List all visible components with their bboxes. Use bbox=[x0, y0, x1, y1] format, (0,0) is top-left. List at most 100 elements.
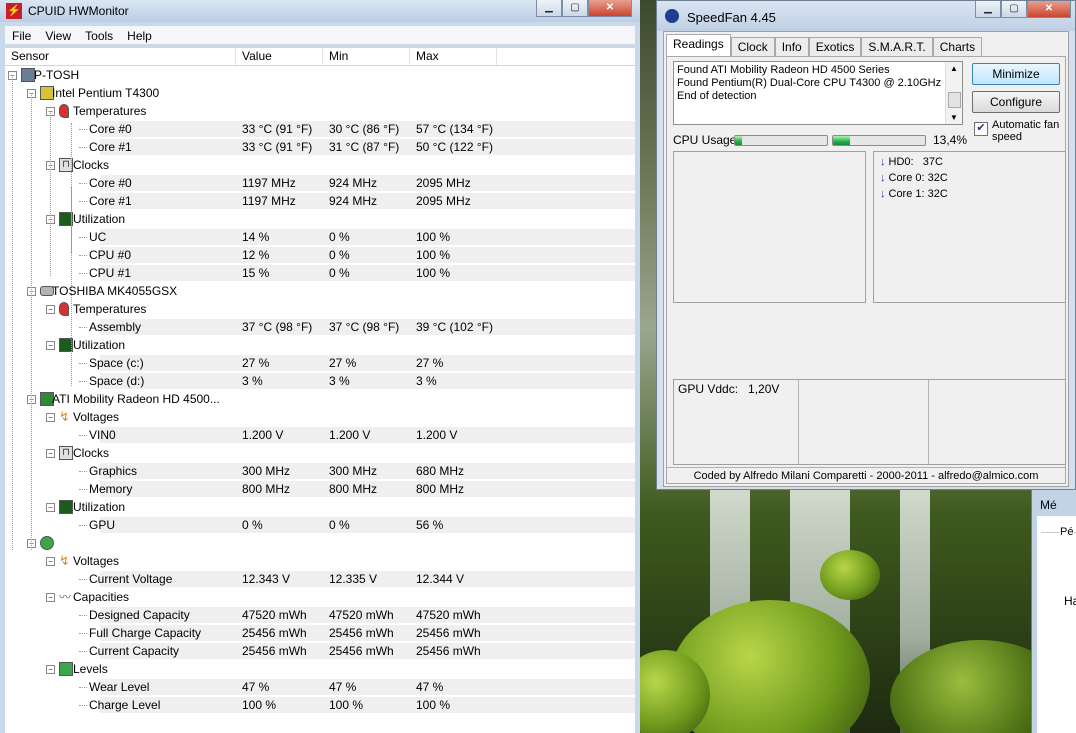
collapse-toggle-icon[interactable]: − bbox=[46, 305, 55, 314]
configure-button[interactable]: Configure bbox=[972, 91, 1060, 113]
sensor-group-row[interactable]: − Temperatures bbox=[5, 300, 635, 318]
tab-exotics[interactable]: Exotics bbox=[808, 37, 862, 56]
collapse-toggle-icon[interactable]: − bbox=[46, 449, 55, 458]
sensor-group-row[interactable]: − Temperatures bbox=[5, 102, 635, 120]
auto-fan-checkbox[interactable]: ✔ bbox=[974, 122, 988, 136]
sensor-row[interactable]: Core #1 1197 MHz 924 MHz 2095 MHz bbox=[5, 192, 635, 210]
scroll-up-icon[interactable]: ▲ bbox=[946, 62, 962, 75]
tree-connector bbox=[79, 651, 87, 652]
sensor-tree[interactable]: − P-TOSH − Intel Pentium T4300− Temperatures… bbox=[5, 66, 635, 733]
detection-log[interactable]: Found ATI Mobility Radeon HD 4500 Series… bbox=[673, 61, 963, 125]
sensor-row[interactable]: Current Capacity 25456 mWh 25456 mWh 25456 … bbox=[5, 642, 635, 660]
minimize-button[interactable]: ▁ bbox=[536, 0, 562, 17]
sensor-row[interactable]: Core #1 33 °C (91 °F) 31 °C (87 °F) 50 °C (… bbox=[5, 138, 635, 156]
sensor-group-row[interactable]: − Utilization bbox=[5, 336, 635, 354]
sensor-group-row[interactable]: − 〰 Capacities bbox=[5, 588, 635, 606]
collapse-toggle-icon[interactable]: − bbox=[46, 341, 55, 350]
tree-connector bbox=[79, 705, 87, 706]
menu-file[interactable]: File bbox=[5, 26, 38, 43]
sensor-label: Assembly bbox=[89, 320, 142, 334]
sensor-group-row[interactable]: − Levels bbox=[5, 660, 635, 678]
sensor-row[interactable]: CPU #1 15 % 0 % 100 % bbox=[5, 264, 635, 282]
sensor-max: 100 % bbox=[416, 266, 451, 280]
sensor-group-row[interactable]: − Utilization bbox=[5, 210, 635, 228]
menu-view[interactable]: View bbox=[38, 26, 78, 43]
column-value[interactable]: Value bbox=[236, 48, 323, 65]
sensor-min: 3 % bbox=[329, 374, 350, 388]
sensor-max: 100 % bbox=[416, 248, 451, 262]
tab-smart[interactable]: S.M.A.R.T. bbox=[861, 37, 933, 56]
collapse-toggle-icon[interactable]: − bbox=[46, 557, 55, 566]
auto-fan-label: Automatic fan speed bbox=[992, 119, 1060, 143]
sensor-row[interactable]: Charge Level 100 % 100 % 100 % bbox=[5, 696, 635, 714]
column-min[interactable]: Min bbox=[323, 48, 410, 65]
sensor-row[interactable]: Wear Level 47 % 47 % 47 % bbox=[5, 678, 635, 696]
sensor-value: 12.343 V bbox=[242, 572, 291, 586]
sensor-group-row[interactable]: − ⊓ Clocks bbox=[5, 444, 635, 462]
sensor-row[interactable]: Space (d:) 3 % 3 % 3 % bbox=[5, 372, 635, 390]
sensor-row[interactable]: Space (c:) 27 % 27 % 27 % bbox=[5, 354, 635, 372]
sensor-group-row[interactable]: − bbox=[5, 534, 635, 552]
sensor-row[interactable]: Full Charge Capacity 25456 mWh 25456 mWh 25… bbox=[5, 624, 635, 642]
speedfan-close-button[interactable]: ✕ bbox=[1027, 1, 1071, 18]
sensor-group-row[interactable]: − TOSHIBA MK4055GSX bbox=[5, 282, 635, 300]
sensor-row[interactable]: CPU #0 12 % 0 % 100 % bbox=[5, 246, 635, 264]
sensor-label: Utilization bbox=[73, 212, 126, 226]
sensor-row[interactable]: Current Voltage 12.343 V 12.335 V 12.344 V bbox=[5, 570, 635, 588]
third-window-group: Pé bbox=[1059, 526, 1075, 538]
third-window[interactable]: Mé Pé Ha bbox=[1031, 490, 1076, 733]
log-scrollbar[interactable]: ▲ ▼ bbox=[945, 62, 962, 124]
cpu-usage-bar-1 bbox=[734, 135, 828, 146]
sensor-row[interactable]: Memory 800 MHz 800 MHz 800 MHz bbox=[5, 480, 635, 498]
tab-readings[interactable]: Readings bbox=[666, 34, 731, 57]
sensor-group-row[interactable]: − ATI Mobility Radeon HD 4500... bbox=[5, 390, 635, 408]
sensor-row[interactable]: Designed Capacity 47520 mWh 47520 mWh 47520… bbox=[5, 606, 635, 624]
collapse-toggle-icon[interactable]: − bbox=[46, 593, 55, 602]
sensor-max: 50 °C (122 °F) bbox=[416, 140, 493, 154]
maximize-button[interactable]: ▢ bbox=[562, 0, 588, 17]
tree-connector bbox=[79, 327, 87, 328]
sensor-row[interactable]: UC 14 % 0 % 100 % bbox=[5, 228, 635, 246]
sensor-group-row[interactable]: − Intel Pentium T4300 bbox=[5, 84, 635, 102]
sensor-row[interactable]: Core #0 1197 MHz 924 MHz 2095 MHz bbox=[5, 174, 635, 192]
minimize-to-tray-button[interactable]: Minimize bbox=[972, 63, 1060, 85]
speedfan-minimize-button[interactable]: ▁ bbox=[975, 1, 1001, 18]
column-sensor[interactable]: Sensor bbox=[5, 48, 236, 65]
sensor-group-row[interactable]: − P-TOSH bbox=[5, 66, 635, 84]
speedfan-maximize-button[interactable]: ▢ bbox=[1001, 1, 1027, 18]
scroll-down-icon[interactable]: ▼ bbox=[946, 111, 962, 124]
close-button[interactable]: ✕ bbox=[588, 0, 632, 17]
sensor-row[interactable]: VIN0 1.200 V 1.200 V 1.200 V bbox=[5, 426, 635, 444]
sensor-group-row[interactable]: − ↯ Voltages bbox=[5, 552, 635, 570]
menu-help[interactable]: Help bbox=[120, 26, 159, 43]
sensor-row[interactable]: Core #0 33 °C (91 °F) 30 °C (86 °F) 57 °C (… bbox=[5, 120, 635, 138]
sensor-group-row[interactable]: − ↯ Voltages bbox=[5, 408, 635, 426]
sensor-value: 37 °C (98 °F) bbox=[242, 320, 313, 334]
scroll-thumb[interactable] bbox=[948, 92, 961, 108]
sensor-group-row[interactable]: − ⊓ Clocks bbox=[5, 156, 635, 174]
speedfan-window: SpeedFan 4.45 ▁ ▢ ✕ Readings Clock Info … bbox=[656, 0, 1076, 490]
temp-value: 32C bbox=[927, 172, 948, 184]
hwmonitor-titlebar[interactable]: ⚡ CPUID HWMonitor ▁ ▢ ✕ bbox=[0, 0, 640, 22]
menu-tools[interactable]: Tools bbox=[78, 26, 120, 43]
hwmonitor-window: ⚡ CPUID HWMonitor ▁ ▢ ✕ File View Tools Hel… bbox=[0, 0, 640, 733]
speedfan-titlebar[interactable]: SpeedFan 4.45 ▁ ▢ ✕ bbox=[657, 1, 1075, 31]
sensor-row[interactable]: Graphics 300 MHz 300 MHz 680 MHz bbox=[5, 462, 635, 480]
collapse-toggle-icon[interactable]: − bbox=[46, 665, 55, 674]
tab-charts[interactable]: Charts bbox=[932, 37, 983, 56]
sensor-row[interactable]: GPU 0 % 0 % 56 % bbox=[5, 516, 635, 534]
collapse-toggle-icon[interactable]: − bbox=[46, 503, 55, 512]
sensor-label: Core #1 bbox=[89, 194, 132, 208]
sensor-min: 0 % bbox=[329, 248, 350, 262]
collapse-toggle-icon[interactable]: − bbox=[46, 413, 55, 422]
sensor-row[interactable]: Assembly 37 °C (98 °F) 37 °C (98 °F) 39 °C … bbox=[5, 318, 635, 336]
tab-info[interactable]: Info bbox=[774, 37, 809, 56]
sensor-group-row[interactable]: − Utilization bbox=[5, 498, 635, 516]
column-max[interactable]: Max bbox=[410, 48, 497, 65]
sensor-value: 25456 mWh bbox=[242, 644, 307, 658]
sensor-label: Clocks bbox=[73, 158, 110, 172]
tab-clock[interactable]: Clock bbox=[730, 37, 775, 56]
sensor-label: VIN0 bbox=[89, 428, 116, 442]
sensor-value: 1197 MHz bbox=[242, 194, 296, 208]
sensor-min: 25456 mWh bbox=[329, 626, 394, 640]
